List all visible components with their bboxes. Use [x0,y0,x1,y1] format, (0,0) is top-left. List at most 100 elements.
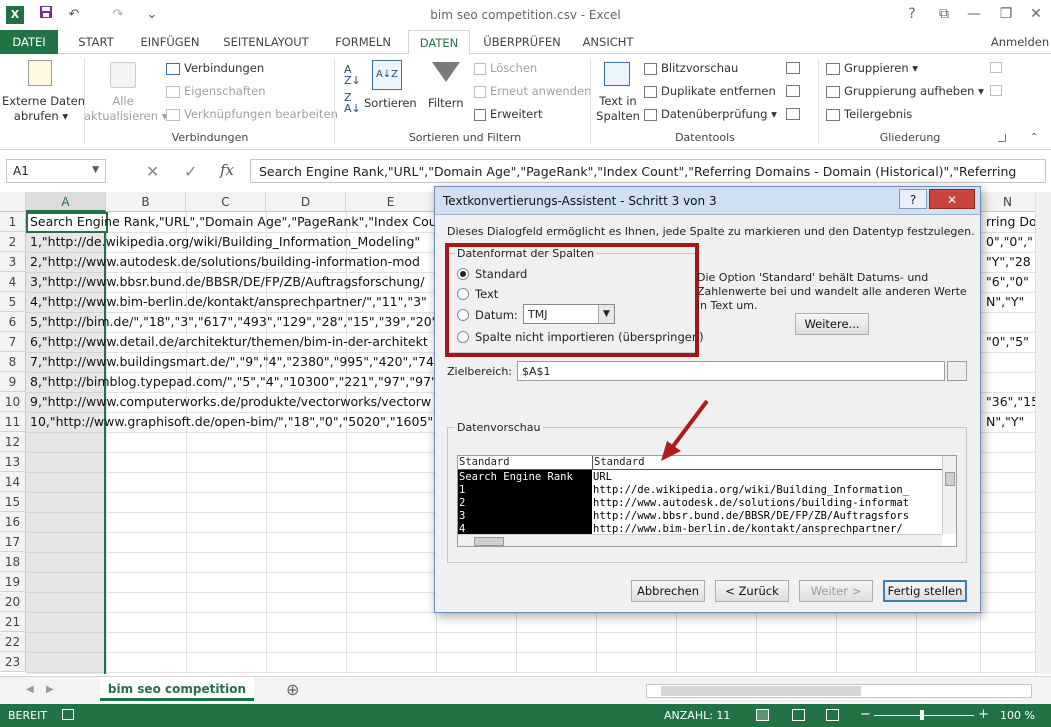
horizontal-scroll-thumb[interactable] [661,686,861,696]
sort-ascending-icon[interactable]: A Z↓ [344,64,361,86]
tab-home[interactable]: START [66,30,126,54]
sheet-next-icon[interactable]: ▶ [46,684,54,695]
column-header-a[interactable]: A [26,192,106,212]
row-header[interactable]: 8 [0,352,26,372]
row-header[interactable]: 10 [0,392,26,412]
flash-fill-button[interactable]: Blitzvorschau [644,61,738,75]
preview-scroll-thumb[interactable] [945,472,955,486]
row-header[interactable]: 11 [0,412,26,432]
column-header-d[interactable]: D [266,192,346,212]
sort-button[interactable]: Sortieren [364,96,417,110]
formula-cancel-button[interactable]: ✕ [146,162,159,181]
sheet-prev-icon[interactable]: ◀ [26,684,34,695]
text-to-columns-button[interactable]: Text in Spalten [596,94,640,124]
cell-text[interactable]: 6,"http://www.detail.de/architektur/them… [30,332,428,352]
zoom-out-button[interactable]: − [860,707,871,722]
row-header[interactable]: 20 [0,592,26,612]
page-break-view-icon[interactable] [826,709,839,721]
preview-cell-col1[interactable]: 1 [459,484,465,496]
remove-duplicates-button[interactable]: Duplikate entfernen [644,84,776,98]
horizontal-scrollbar[interactable] [646,684,1032,698]
row-header[interactable]: 4 [0,272,26,292]
ungroup-button[interactable]: Gruppierung aufheben ▾ [826,84,984,98]
sheet-tab-bim-seo-competition[interactable]: bim seo competition [100,677,254,701]
cell-text[interactable]: 2,"http://www.autodesk.de/solutions/buil… [30,252,420,272]
preview-horizontal-scrollbar[interactable] [458,534,942,546]
row-header[interactable]: 3 [0,252,26,272]
cell-text-right[interactable]: "Y","28 [986,252,1035,272]
tab-review[interactable]: ÜBERPRÜFEN [478,30,566,54]
preview-header-1[interactable]: Standard [458,456,592,470]
cell-text[interactable]: 1,"http://de.wikipedia.org/wiki/Building… [30,232,420,252]
finish-button[interactable]: Fertig stellen [883,580,967,602]
connections-button[interactable]: Verbindungen [166,61,264,75]
cell-text-right[interactable]: N","Y" [986,412,1035,432]
outline-dialog-launcher-icon[interactable] [998,134,1006,142]
zoom-slider[interactable] [874,715,974,716]
tab-data[interactable]: DATEN [408,30,470,55]
data-preview[interactable]: Standard Standard Search Engine Rank 1 2 3 4… [457,455,957,547]
preview-cell-col2[interactable]: URL [593,471,941,483]
row-header[interactable]: 13 [0,452,26,472]
preview-cell-col2[interactable]: http://www.bbsr.bund.de/BBSR/DE/FP/ZB/Au… [593,510,941,522]
ribbon-display-options-button[interactable]: ⧉ [930,2,958,26]
row-header[interactable]: 2 [0,232,26,252]
preview-cell-col1[interactable]: Search Engine Rank [459,471,573,483]
name-box[interactable]: A1 ▼ [6,159,106,183]
row-header[interactable]: 12 [0,432,26,452]
cell-text-right[interactable]: 0","0"," [986,232,1035,252]
row-header[interactable]: 22 [0,632,26,652]
tab-insert[interactable]: EINFÜGEN [132,30,208,54]
properties-button[interactable]: Eigenschaften [166,84,266,98]
filter-button[interactable]: Filtern [428,96,464,110]
group-button[interactable]: Gruppieren ▾ [826,61,918,75]
cell-text-right[interactable]: "36","15 [986,392,1035,412]
minimize-button[interactable]: — [960,2,988,26]
row-header[interactable]: 5 [0,292,26,312]
row-header[interactable]: 14 [0,472,26,492]
close-button[interactable]: ✕ [1022,2,1050,26]
external-data-button[interactable]: Externe Daten abrufen ▾ [2,94,85,124]
row-header[interactable]: 19 [0,572,26,592]
cancel-button[interactable]: Abbrechen [631,580,705,602]
back-button[interactable]: < Zurück [715,580,789,602]
subtotal-button[interactable]: Teilergebnis [826,107,912,121]
zoom-in-button[interactable]: + [978,707,989,722]
preview-cell-col2[interactable]: http://www.autodesk.de/solutions/buildin… [593,497,941,509]
row-header[interactable]: 1 [0,212,26,232]
column-header-c[interactable]: C [186,192,266,212]
refresh-all-button[interactable]: Alle aktualisieren ▾ [84,94,167,124]
normal-view-icon[interactable] [756,709,769,721]
preview-hscroll-thumb[interactable] [474,537,504,546]
next-button[interactable]: Weiter > [799,580,873,602]
cell-text[interactable]: 8,"http://bimblog.typepad.com/","5","4",… [30,372,441,392]
consolidate-icon[interactable] [786,62,800,74]
preview-cell-col1[interactable]: 2 [459,497,465,509]
data-validation-button[interactable]: Datenüberprüfung ▾ [644,107,777,121]
sign-in-link[interactable]: Anmelden [990,30,1050,54]
dialog-close-button[interactable]: ✕ [929,189,975,209]
vertical-scrollbar[interactable] [1035,192,1051,674]
row-header[interactable]: 23 [0,652,26,672]
row-header[interactable]: 15 [0,492,26,512]
row-header[interactable]: 18 [0,552,26,572]
sort-descending-icon[interactable]: Z A↓ [344,92,361,114]
cell-text[interactable]: 9,"http://www.computerworks.de/produkte/… [30,392,431,412]
zoom-level[interactable]: 100 % [1000,709,1035,722]
row-header[interactable]: 16 [0,512,26,532]
more-button[interactable]: Weitere... [795,313,869,335]
advanced-filter-button[interactable]: Erweitert [474,107,543,121]
cell-text[interactable]: Search Engine Rank,"URL","Domain Age","P… [30,212,445,232]
preview-header-2[interactable]: Standard [592,456,942,470]
macro-record-icon[interactable] [62,709,74,720]
page-layout-view-icon[interactable] [792,709,805,721]
preview-vertical-scrollbar[interactable] [942,456,956,534]
clear-filter-button[interactable]: Löschen [474,61,537,75]
row-header[interactable]: 21 [0,612,26,632]
tab-page-layout[interactable]: SEITENLAYOUT [214,30,318,54]
cell-text[interactable]: 5,"http://bim.de/","18","3","617","493",… [30,312,441,332]
tab-view[interactable]: ANSICHT [574,30,642,54]
hide-detail-icon[interactable] [990,85,1002,96]
add-sheet-button[interactable]: ⊕ [286,680,299,699]
restore-button[interactable]: ❐ [992,2,1020,26]
